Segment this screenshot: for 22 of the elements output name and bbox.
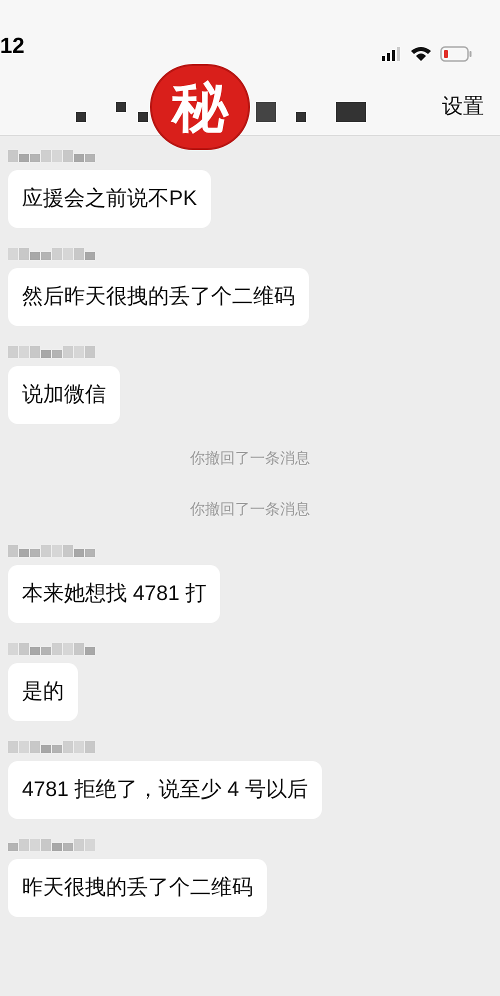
message-bubble[interactable]: 应援会之前说不PK [8,170,212,228]
system-notice: 你撤回了一条消息 [190,500,310,520]
message-bubble[interactable]: 然后昨天很拽的丢了个二维码 [8,268,309,326]
message-bubble[interactable]: 4781 拒绝了，说至少 4 号以后 [8,761,322,819]
pixelated-name-icon [8,839,96,851]
settings-button[interactable]: 设置 [442,82,500,122]
battery-icon [440,46,472,62]
status-time: 12 [0,32,24,60]
pixelated-name-icon [8,248,96,260]
wifi-icon [410,46,432,62]
pixelated-name-icon [8,346,96,358]
message-bubble[interactable]: 说加微信 [8,366,120,424]
pixelated-name-icon [8,741,96,753]
message-bubble[interactable]: 昨天很拽的丢了个二维码 [8,859,267,917]
pixelated-name-icon [8,150,96,162]
pixelated-name-icon [8,643,96,655]
message-bubble[interactable]: 是的 [8,663,78,721]
pixelated-name-icon [8,545,96,557]
message-bubble[interactable]: 本来她想找 4781 打 [8,565,220,623]
system-notice: 你撤回了一条消息 [190,449,310,469]
secret-sticker: 秘 [150,64,250,150]
signal-icon [382,47,402,61]
